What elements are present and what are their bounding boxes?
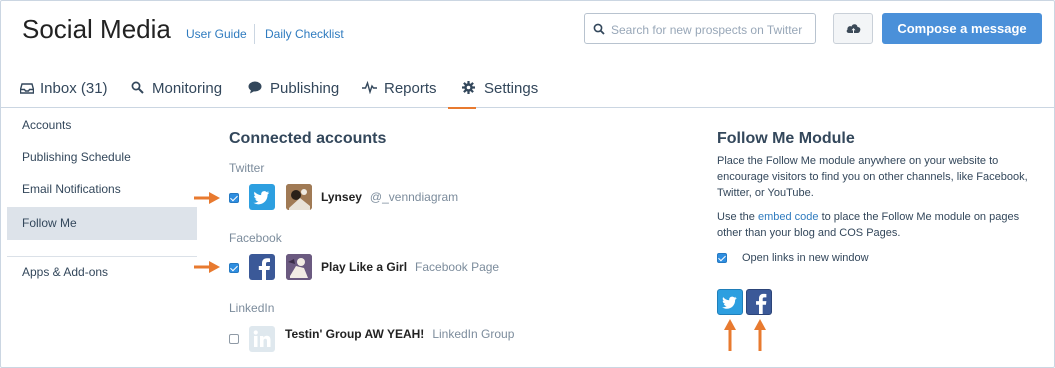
group-label-facebook: Facebook bbox=[229, 231, 282, 245]
account-detail: @_venndiagram bbox=[369, 190, 459, 204]
follow-me-description: Place the Follow Me module anywhere on y… bbox=[717, 155, 1028, 199]
account-detail: Facebook Page bbox=[415, 260, 500, 274]
facebook-icon bbox=[756, 293, 767, 314]
embed-code-paragraph: Use the embed code to place the Follow M… bbox=[717, 209, 1035, 241]
follow-twitter-button[interactable] bbox=[717, 289, 743, 315]
arrow-right-icon bbox=[194, 192, 220, 204]
group-label-linkedin: LinkedIn bbox=[229, 301, 275, 315]
sidebar-item-email-notifications[interactable]: Email Notifications bbox=[7, 173, 197, 206]
account-detail: LinkedIn Group bbox=[432, 327, 515, 341]
embed-code-link[interactable]: embed code bbox=[758, 211, 819, 223]
search-placeholder: Search for new prospects on Twitter bbox=[611, 23, 803, 37]
arrow-up-icon bbox=[754, 319, 766, 351]
tab-label: Publishing bbox=[270, 80, 340, 97]
header-divider bbox=[254, 24, 255, 44]
page-title: Social Media bbox=[22, 14, 171, 44]
avatar-play-like-a-girl bbox=[286, 254, 312, 280]
account-linkedin: Testin' Group AW YEAH! LinkedIn Group bbox=[285, 327, 514, 341]
tab-label: Monitoring bbox=[152, 80, 223, 97]
search-icon bbox=[593, 22, 605, 40]
account-name: Testin' Group AW YEAH! bbox=[285, 327, 425, 341]
account-name: Lynsey bbox=[321, 190, 362, 204]
account-name: Play Like a Girl bbox=[321, 260, 408, 274]
sidebar-item-follow-me[interactable]: Follow Me bbox=[7, 207, 197, 240]
search-icon bbox=[131, 81, 144, 98]
checkbox-linkedin-account[interactable] bbox=[229, 334, 239, 344]
gear-icon bbox=[462, 81, 475, 98]
compose-button[interactable]: Compose a message bbox=[882, 13, 1042, 44]
twitter-icon bbox=[249, 184, 275, 210]
tab-bar: Inbox (31) Monitoring Publishing Reports… bbox=[0, 70, 1055, 109]
arrow-right-icon bbox=[194, 261, 220, 273]
checkbox-twitter-account[interactable] bbox=[229, 193, 239, 203]
open-links-checkbox[interactable] bbox=[717, 253, 727, 263]
daily-checklist-link[interactable]: Daily Checklist bbox=[265, 27, 344, 41]
follow-facebook-button[interactable] bbox=[746, 289, 772, 315]
twitter-icon bbox=[722, 296, 737, 309]
checkbox-facebook-account[interactable] bbox=[229, 263, 239, 273]
follow-me-heading: Follow Me Module bbox=[717, 130, 855, 147]
open-links-label: Open links in new window bbox=[742, 252, 869, 264]
cloud-upload-icon bbox=[846, 24, 861, 33]
group-label-twitter: Twitter bbox=[229, 161, 265, 175]
account-twitter: Lynsey @_venndiagram bbox=[321, 190, 458, 204]
speech-bubble-icon bbox=[248, 81, 262, 98]
sidebar-item-publishing-schedule[interactable]: Publishing Schedule bbox=[7, 141, 197, 174]
upload-button[interactable] bbox=[833, 13, 873, 44]
connected-accounts-heading: Connected accounts bbox=[229, 130, 387, 147]
arrow-up-icon bbox=[724, 319, 736, 351]
tab-label: Inbox (31) bbox=[40, 80, 108, 97]
search-input[interactable]: Search for new prospects on Twitter bbox=[584, 13, 816, 44]
sidebar-item-apps-addons[interactable]: Apps & Add-ons bbox=[7, 256, 197, 289]
user-guide-link[interactable]: User Guide bbox=[186, 27, 247, 41]
account-facebook: Play Like a Girl Facebook Page bbox=[321, 260, 499, 274]
linkedin-icon bbox=[249, 326, 275, 352]
sidebar-item-accounts[interactable]: Accounts bbox=[7, 109, 197, 142]
tab-label: Settings bbox=[484, 80, 539, 97]
embed-prefix-text: Use the bbox=[717, 211, 758, 223]
pulse-icon bbox=[362, 80, 377, 98]
avatar-lynsey bbox=[286, 184, 312, 210]
inbox-icon bbox=[19, 81, 35, 98]
facebook-icon bbox=[249, 254, 275, 280]
tab-label: Reports bbox=[384, 80, 437, 97]
